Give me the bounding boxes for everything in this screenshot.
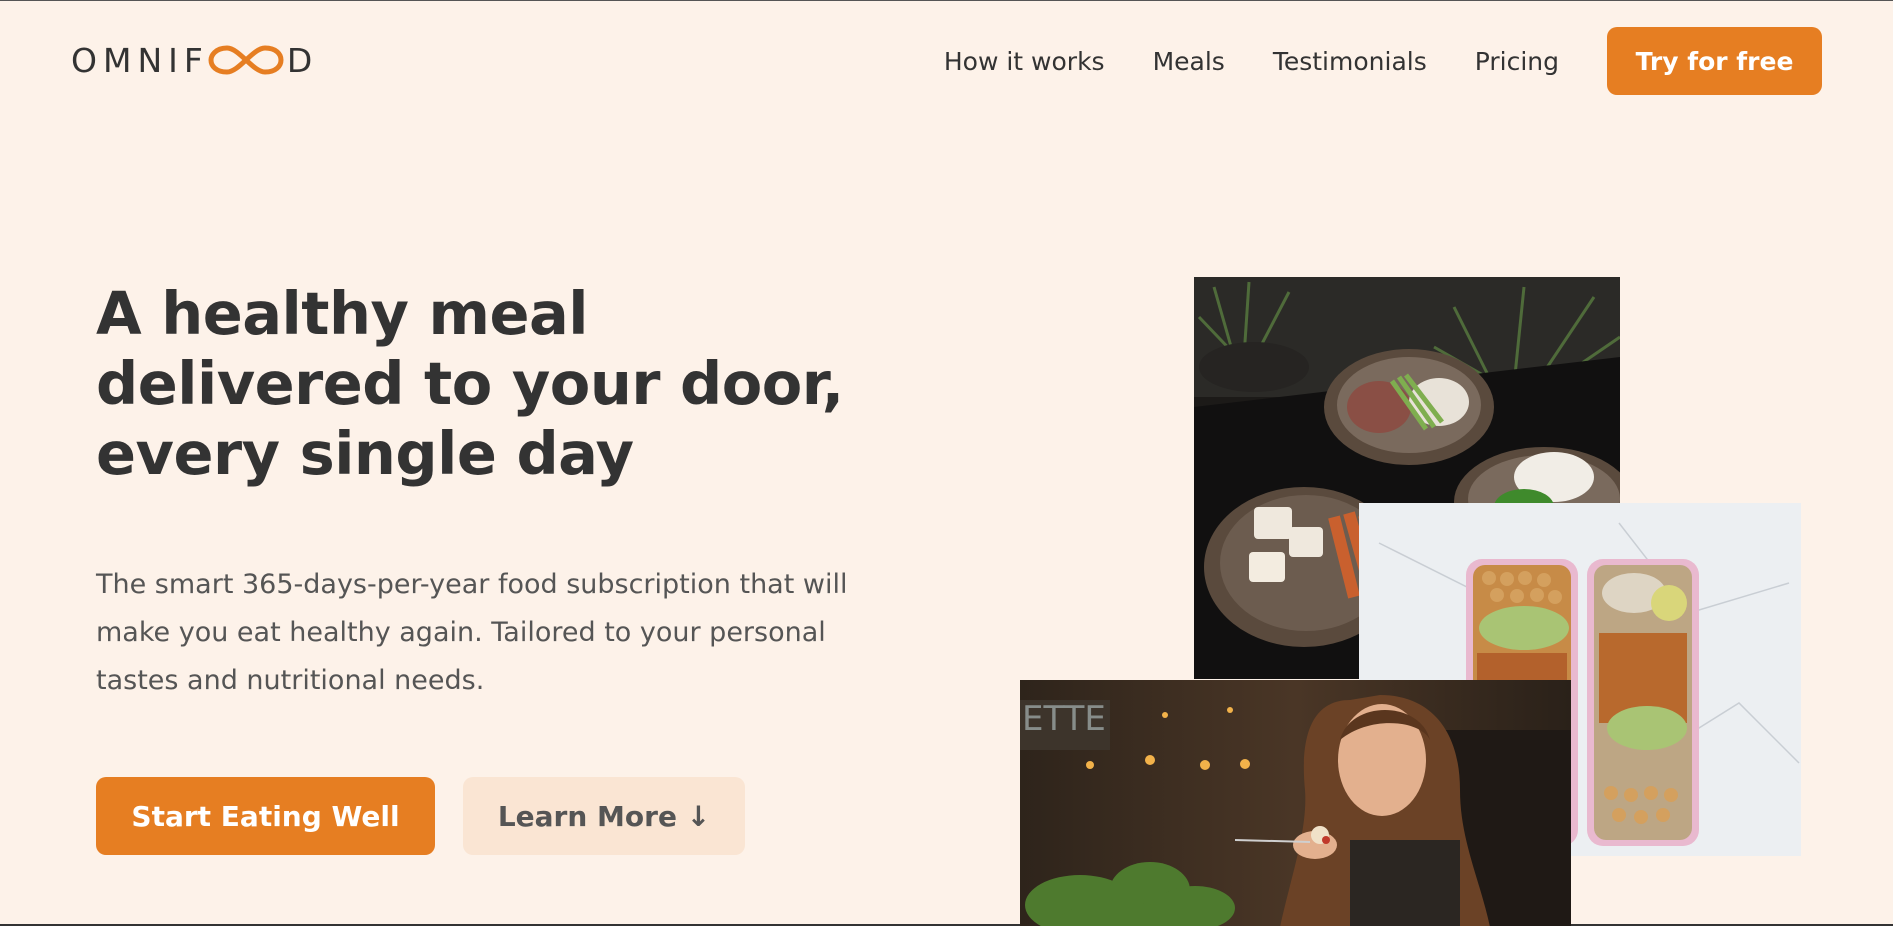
infinity-icon [207,42,285,78]
hero-title: A healthy meal delivered to your door, e… [96,279,844,488]
nav-link-pricing[interactable]: Pricing [1475,47,1559,76]
logo[interactable]: OMNIF D [71,40,319,80]
hero-description: The smart 365-days-per-year food subscri… [96,569,848,696]
nav-link-testimonials[interactable]: Testimonials [1273,47,1427,76]
site-header: OMNIF D How it works Meals Testimonials P… [0,1,1893,121]
learn-more-button[interactable]: Learn More ↓ [463,777,745,855]
main-nav: How it works Meals Testimonials Pricing … [944,27,1822,95]
logo-text-left: OMNIF [71,40,209,80]
woman-eating-image: ETTE [1020,680,1571,926]
nav-link-meals[interactable]: Meals [1153,47,1225,76]
svg-text:ETTE: ETTE [1022,699,1106,739]
try-for-free-button[interactable]: Try for free [1607,27,1822,95]
start-eating-well-button[interactable]: Start Eating Well [96,777,435,855]
logo-text-right: D [286,40,319,80]
nav-link-how-it-works[interactable]: How it works [944,47,1105,76]
